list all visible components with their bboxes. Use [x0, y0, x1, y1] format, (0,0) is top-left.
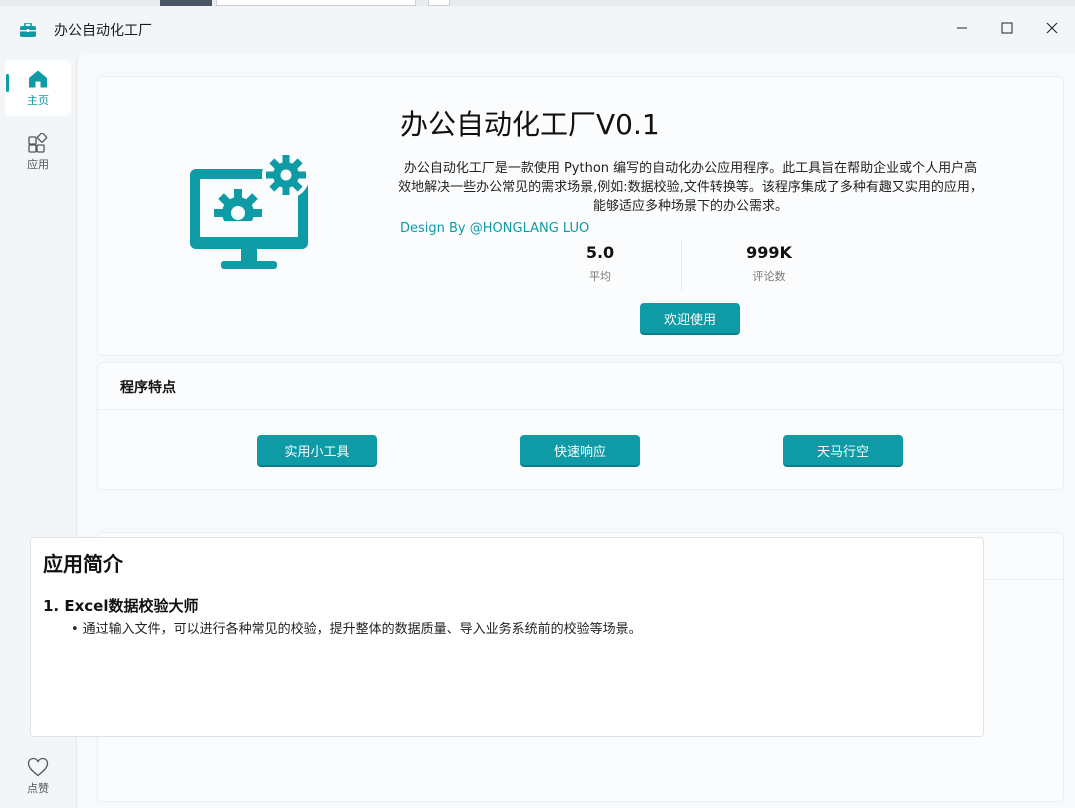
design-by-link[interactable]: Design By @HONGLANG LUO [400, 221, 589, 236]
toolbox-icon [20, 23, 36, 37]
close-icon [1046, 22, 1058, 34]
intro-document[interactable]: 应用简介 1. Excel数据校验大师 通过输入文件，可以进行各种常见的校验，提… [30, 537, 984, 737]
divider [98, 409, 1063, 410]
feature-button-tools[interactable]: 实用小工具 [257, 435, 377, 467]
nav-item-home[interactable]: 主页 [5, 60, 71, 116]
title-bar: 办公自动化工厂 [0, 6, 1075, 54]
feature-button-fast[interactable]: 快速响应 [520, 435, 640, 467]
features-card: 程序特点 实用小工具 快速响应 天马行空 [97, 362, 1064, 490]
minimize-icon [957, 27, 967, 29]
close-button[interactable] [1030, 12, 1074, 44]
reviews-stat: 999K 评论数 [734, 243, 804, 284]
apps-icon [28, 132, 48, 153]
section-bullet: 通过输入文件，可以进行各种常见的校验，提升整体的数据质量、导入业务系统前的校验等… [71, 618, 642, 637]
rating-value: 5.0 [585, 243, 615, 262]
rating-stat: 5.0 平均 [570, 243, 630, 284]
maximize-button[interactable] [985, 12, 1029, 44]
app-description: 办公自动化工厂是一款使用 Python 编写的自动化办公应用程序。此工具旨在帮助… [398, 161, 983, 214]
reviews-value: 999K [746, 243, 792, 262]
home-icon [29, 70, 47, 87]
nav-item-label: 点赞 [27, 781, 49, 795]
nav-item-apps[interactable]: 应用 [5, 124, 71, 180]
hero-card: 办公自动化工厂V0.1 办公自动化工厂是一款使用 Python 编写的自动化办公… [97, 76, 1064, 356]
active-nav-indicator [6, 74, 9, 92]
section-title: 1. Excel数据校验大师 [43, 597, 199, 615]
feature-button-imagination[interactable]: 天马行空 [783, 435, 903, 467]
intro-heading: 应用简介 [43, 552, 123, 576]
nav-item-label: 应用 [27, 157, 49, 171]
nav-item-like[interactable]: 点赞 [5, 748, 71, 804]
features-heading: 程序特点 [120, 380, 176, 396]
window-title: 办公自动化工厂 [54, 23, 152, 39]
reviews-label: 评论数 [752, 270, 786, 283]
heart-icon [27, 757, 49, 776]
rating-label: 平均 [589, 270, 611, 283]
welcome-button[interactable]: 欢迎使用 [640, 303, 740, 335]
nav-item-label: 主页 [27, 93, 49, 107]
maximize-icon [1001, 22, 1013, 34]
minimize-button[interactable] [940, 12, 984, 44]
app-title: 办公自动化工厂V0.1 [400, 108, 660, 141]
stat-divider [681, 239, 682, 291]
automation-monitor-icon [190, 153, 310, 269]
